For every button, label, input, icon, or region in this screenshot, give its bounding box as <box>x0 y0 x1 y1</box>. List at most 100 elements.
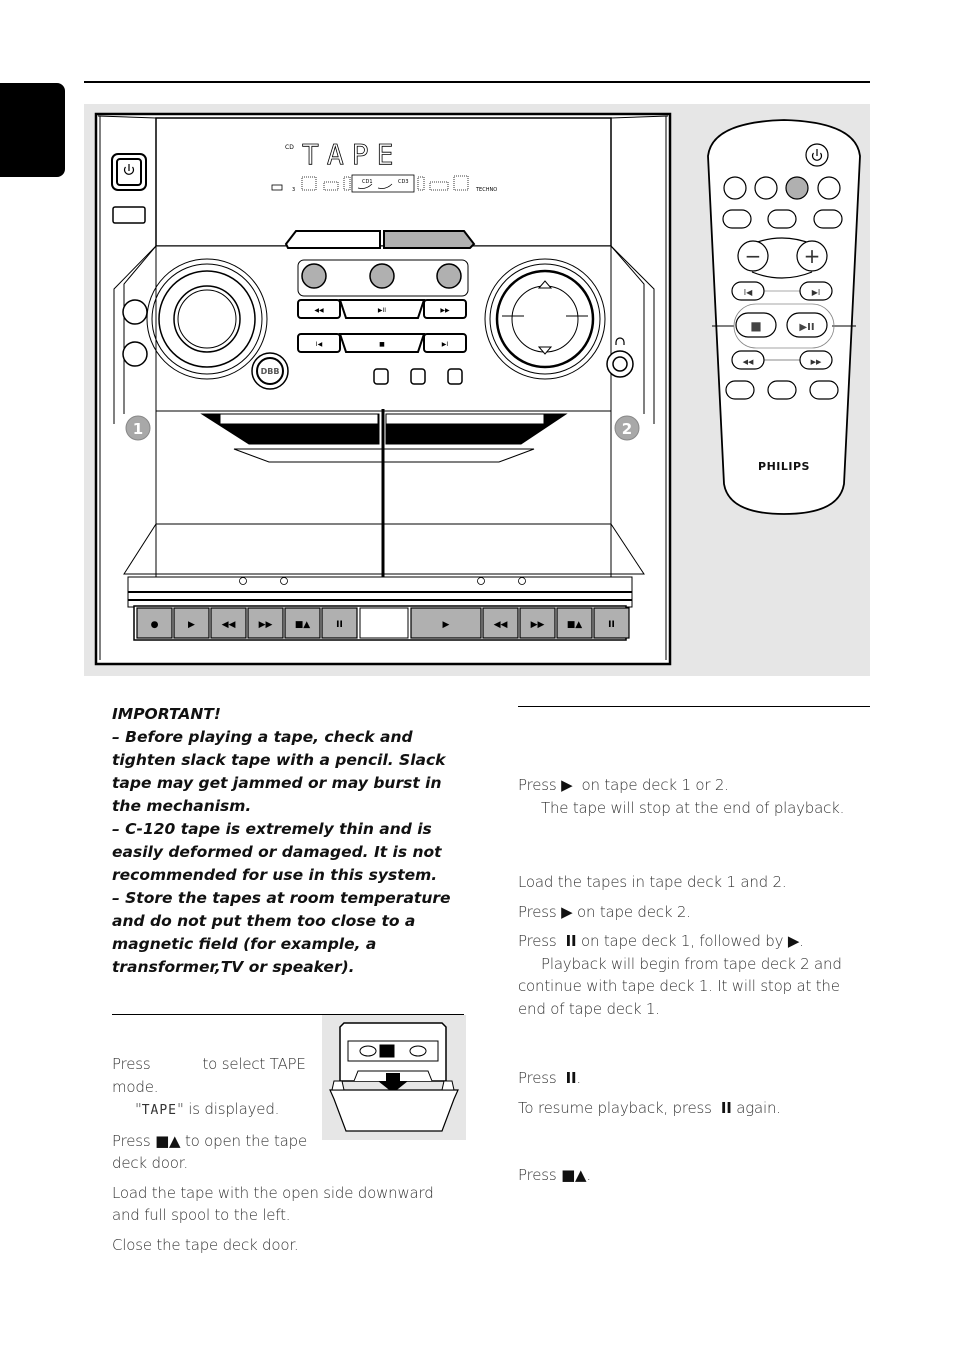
function-button-2[interactable] <box>369 263 395 289</box>
left-round-button-2[interactable] <box>122 341 148 367</box>
left-column: IMPORTANT! – Before playing a tape, chec… <box>112 703 464 1256</box>
svg-text:◀◀: ◀◀ <box>314 307 324 314</box>
loading-step-1-result: "TAPE" is displayed. <box>135 1100 280 1118</box>
svg-text:▶▶: ▶▶ <box>440 307 450 314</box>
remote-next[interactable]: ▶I <box>799 281 833 301</box>
svg-text:▶▶: ▶▶ <box>531 620 545 630</box>
pause-steps: Press II. To resume playback, press II a… <box>518 1067 870 1119</box>
function-button-3[interactable] <box>436 263 462 289</box>
remote-source-button-1[interactable] <box>723 176 747 200</box>
svg-text:I◀: I◀ <box>744 288 753 297</box>
cassette-icon <box>339 1022 447 1082</box>
small-button-3[interactable] <box>447 368 463 385</box>
remote-power-button[interactable] <box>805 143 829 167</box>
remote-button-b[interactable] <box>767 209 797 229</box>
deck2-pause-key[interactable]: II <box>593 607 630 639</box>
deck1-play-key[interactable]: ▶ <box>173 607 210 639</box>
svg-text:◀◀: ◀◀ <box>743 358 754 366</box>
deck2-rewind-key[interactable]: ◀◀ <box>482 607 519 639</box>
cassette-decks <box>123 409 645 632</box>
loading-steps: Press to select TAPE mode. "TAPE" is disp… <box>112 1053 312 1175</box>
remote-source-button-2[interactable] <box>754 176 778 200</box>
svg-text:−: − <box>745 244 762 268</box>
remote-button-e[interactable] <box>767 380 797 400</box>
svg-text:II: II <box>608 620 615 630</box>
remote-volume-up[interactable]: + <box>796 240 828 272</box>
important-item: – Store the tapes at room temperature an… <box>112 889 451 976</box>
deck2-stop-eject-key[interactable]: ■▲ <box>556 607 593 639</box>
svg-text:●: ● <box>151 620 159 630</box>
source-tab-right[interactable] <box>383 230 476 249</box>
svg-text:▶I: ▶I <box>812 288 821 297</box>
pause-step: Press II. <box>518 1069 581 1087</box>
deck1-forward-key[interactable]: ▶▶ <box>247 607 284 639</box>
source-tab-left[interactable] <box>284 230 381 249</box>
device-illustration: CD TAPE 3 CD1 CD3 TECHNO DBB ◀◀ ▶II ▶▶ I… <box>84 104 870 676</box>
remote-button-a[interactable] <box>722 209 752 229</box>
important-item: – Before playing a tape, check and tight… <box>112 728 446 815</box>
remote-source-button-tape[interactable] <box>785 176 809 200</box>
small-button-2[interactable] <box>410 368 426 385</box>
cassette-loading-illustration <box>322 1015 466 1140</box>
svg-text:I◀: I◀ <box>316 341 323 348</box>
small-button-1[interactable] <box>373 368 389 385</box>
play-icon: ▶ <box>561 902 573 921</box>
eject-slot-button[interactable] <box>112 206 146 224</box>
svg-text:◀◀: ◀◀ <box>494 620 508 630</box>
stop-steps: Press ■▲. <box>518 1164 870 1187</box>
remote-play-pause[interactable]: ▶II <box>786 312 828 338</box>
remote-stop[interactable]: ■ <box>735 312 777 338</box>
remote-button-d[interactable] <box>725 380 755 400</box>
deck1-rewind-key[interactable]: ◀◀ <box>210 607 247 639</box>
loading-step-4: Close the tape deck door. <box>112 1235 299 1254</box>
svg-text:■: ■ <box>379 341 385 348</box>
remote-button-c[interactable] <box>813 209 843 229</box>
svg-text:1: 1 <box>133 420 143 438</box>
deck-2-badge: 2 <box>614 415 640 441</box>
language-tab <box>0 83 65 177</box>
playback-steps: Press ▶ on tape deck 1 or 2. The tape wi… <box>518 774 870 819</box>
svg-text:▶▶: ▶▶ <box>259 620 273 630</box>
loading-step-1: Press to select TAPE mode. <box>112 1055 306 1096</box>
svg-text:DBB: DBB <box>261 367 280 376</box>
remote-forward[interactable]: ▶▶ <box>799 350 833 370</box>
left-round-button-1[interactable] <box>122 299 148 325</box>
svg-text:3: 3 <box>292 187 295 193</box>
section-rule <box>518 706 870 707</box>
deck-1-badge: 1 <box>125 415 151 441</box>
function-button-1[interactable] <box>301 263 327 289</box>
power-button[interactable] <box>111 153 147 191</box>
important-notice: IMPORTANT! – Before playing a tape, chec… <box>112 703 464 979</box>
deck1-stop-eject-key[interactable]: ■▲ <box>284 607 321 639</box>
play-icon: ▶ <box>561 776 573 794</box>
stop-step: Press ■▲. <box>518 1166 591 1184</box>
loading-step-3: Load the tape with the open side downwar… <box>112 1183 434 1225</box>
display-mode-text: TAPE <box>302 138 401 171</box>
svg-text:■▲: ■▲ <box>295 620 311 630</box>
remote-source-button-4[interactable] <box>817 176 841 200</box>
device-drawing: CD TAPE 3 CD1 CD3 TECHNO DBB ◀◀ ▶II ▶▶ I… <box>94 112 861 666</box>
svg-text:◀◀: ◀◀ <box>222 620 236 630</box>
remote-prev[interactable]: I◀ <box>731 281 765 301</box>
remote-rewind[interactable]: ◀◀ <box>731 350 765 370</box>
play-icon: ▶ <box>787 932 800 950</box>
deck2-play-key[interactable]: ▶ <box>410 607 482 639</box>
deck2-forward-key[interactable]: ▶▶ <box>519 607 556 639</box>
transport-row-1: ◀◀ ▶II ▶▶ <box>297 299 467 319</box>
deck-keys: ● ▶ ◀◀ ▶▶ ■▲ II ▶ ◀◀ ▶▶ ■▲ II <box>133 605 630 641</box>
continuous-step-3: Press II on tape deck 1, followed by ▶. <box>518 932 804 950</box>
deck1-pause-key[interactable]: II <box>321 607 358 639</box>
remote-volume-down[interactable]: − <box>737 240 769 272</box>
display-cd-indicator: CD <box>285 144 294 151</box>
stop-eject-icon: ■▲ <box>561 1166 587 1184</box>
transport-row-2: I◀ ■ ▶I <box>297 333 467 353</box>
display-cd1: CD1 <box>362 179 373 185</box>
svg-text:▶II: ▶II <box>378 307 386 314</box>
remote-brand-logo: PHILIPS <box>758 460 810 473</box>
deck1-record-key[interactable]: ● <box>136 607 173 639</box>
loading-step-2: Press ■▲ to open the tape deck door. <box>112 1131 307 1173</box>
svg-text:■▲: ■▲ <box>567 620 583 630</box>
remote-button-f[interactable] <box>809 380 839 400</box>
stop-eject-icon: ■▲ <box>155 1131 181 1150</box>
dbb-button[interactable]: DBB <box>251 352 289 390</box>
